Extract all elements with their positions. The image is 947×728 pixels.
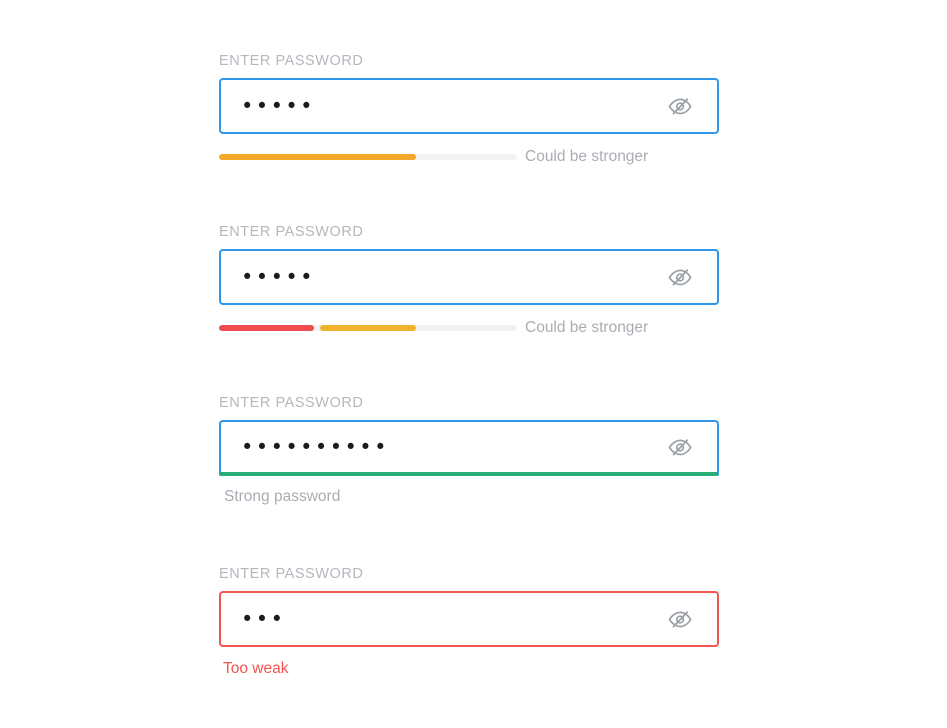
password-input-4[interactable]: ••• [219,591,719,647]
strength-caption-2: Could be stronger [525,319,649,336]
strength-track-2 [219,325,517,331]
strength-segment-filled [219,154,416,160]
password-field-group-1: ENTER PASSWORD ••••• Could be stronger [219,52,719,168]
password-strength-meter-2: Could be stronger [219,317,719,339]
strength-track-1 [219,154,517,160]
password-strength-meter-1: Could be stronger [219,146,719,168]
eye-slash-icon[interactable] [667,95,693,117]
strength-caption-1: Could be stronger [525,148,649,165]
strength-segment-weak [219,325,315,331]
strength-segment-medium [320,325,416,331]
password-masked-value-3: •••••••••• [241,434,389,459]
password-field-group-4: ENTER PASSWORD ••• Too weak [219,565,719,678]
password-field-group-3: ENTER PASSWORD •••••••••• Strong passwor… [219,394,719,506]
password-input-1[interactable]: ••••• [219,78,719,134]
password-label-2: ENTER PASSWORD [219,224,364,240]
strength-caption-4: Too weak [223,660,289,677]
strength-caption-3: Strong password [224,488,341,505]
password-input-2[interactable]: ••••• [219,249,719,305]
password-label-4: ENTER PASSWORD [219,566,364,582]
password-masked-value-4: ••• [241,606,286,631]
password-label-3: ENTER PASSWORD [219,395,364,411]
password-field-group-2: ENTER PASSWORD ••••• Could be stronger [219,223,719,339]
password-masked-value-1: ••••• [241,93,315,118]
eye-slash-icon[interactable] [667,436,693,458]
password-label-1: ENTER PASSWORD [219,53,364,69]
password-input-3[interactable]: •••••••••• [219,420,719,476]
eye-slash-icon[interactable] [667,266,693,288]
eye-slash-icon[interactable] [667,608,693,630]
password-masked-value-2: ••••• [241,264,315,289]
